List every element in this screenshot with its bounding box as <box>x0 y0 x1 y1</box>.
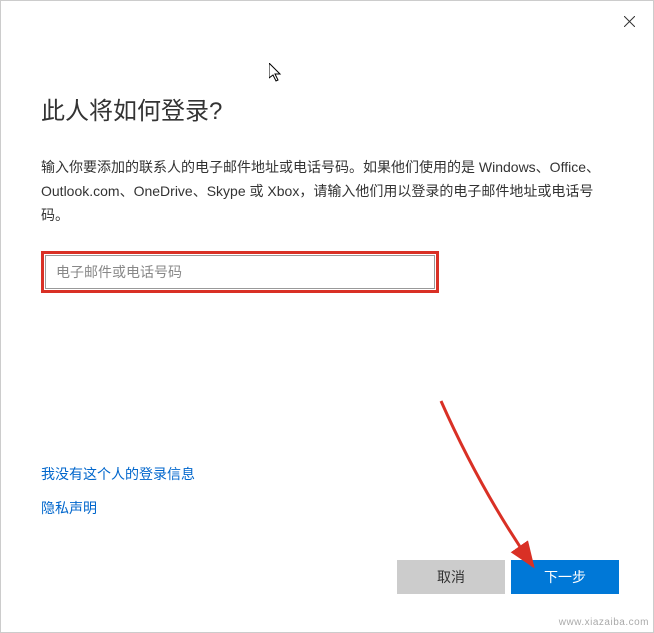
description-text: 输入你要添加的联系人的电子邮件地址或电话号码。如果他们使用的是 Windows、… <box>41 156 613 227</box>
watermark: www.xiazaiba.com <box>559 617 649 628</box>
links-section: 我没有这个人的登录信息 隐私声明 <box>41 464 195 532</box>
dialog-content: 此人将如何登录? 输入你要添加的联系人的电子邮件地址或电话号码。如果他们使用的是… <box>1 1 653 293</box>
page-title: 此人将如何登录? <box>41 91 613 126</box>
privacy-link[interactable]: 隐私声明 <box>41 498 195 518</box>
email-phone-input[interactable] <box>45 255 435 289</box>
close-button[interactable] <box>617 9 641 33</box>
button-bar: 取消 下一步 <box>397 560 619 594</box>
close-icon <box>624 16 635 27</box>
cancel-button[interactable]: 取消 <box>397 560 505 594</box>
no-signin-info-link[interactable]: 我没有这个人的登录信息 <box>41 464 195 484</box>
next-button[interactable]: 下一步 <box>511 560 619 594</box>
input-highlight-box <box>41 251 439 293</box>
